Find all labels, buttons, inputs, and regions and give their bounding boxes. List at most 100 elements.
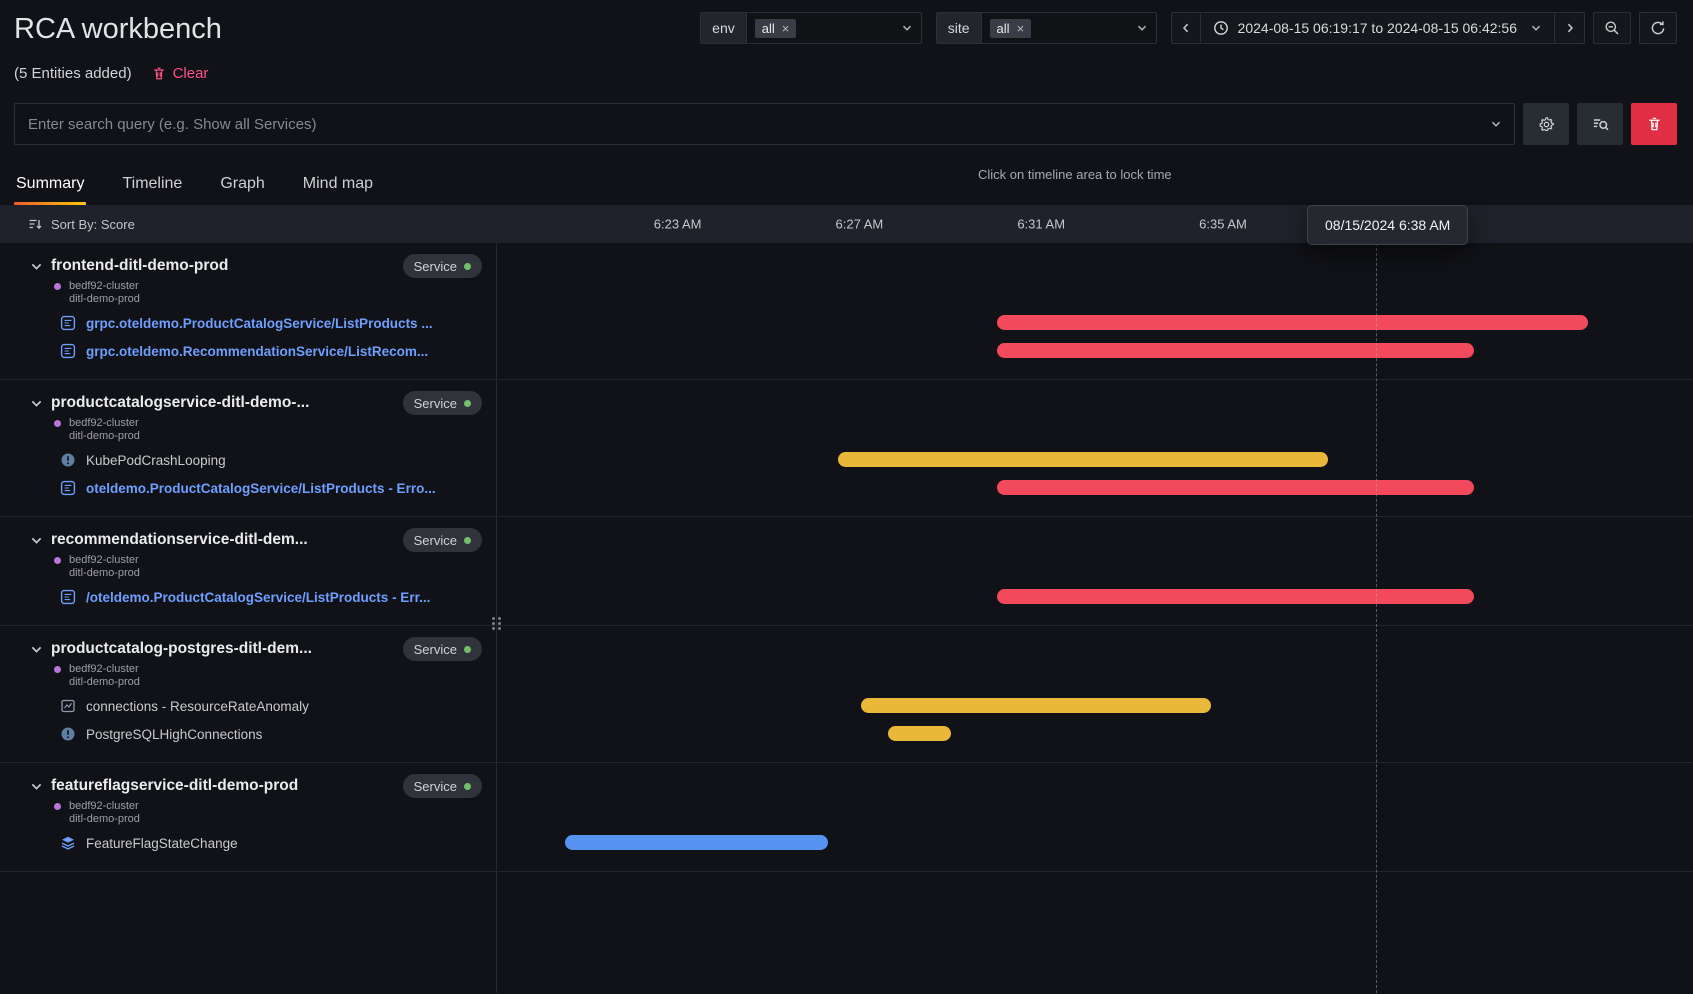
entity-name[interactable]: recommendationservice-ditl-dem...	[51, 531, 308, 549]
entity-meta: recommendationservice-ditl-dem... Servic…	[0, 517, 497, 625]
time-range-forward-button[interactable]	[1555, 12, 1585, 44]
header: RCA workbench env all × site all ×	[0, 0, 1693, 46]
sort-icon	[28, 217, 42, 231]
zoom-out-button[interactable]	[1593, 12, 1631, 44]
tab-summary[interactable]: Summary	[14, 167, 86, 205]
metric-icon	[60, 698, 76, 714]
sort-control[interactable]: Sort By: Score	[0, 205, 497, 243]
entity-item[interactable]: connections - ResourceRateAnomaly	[60, 692, 482, 720]
time-axis-ticks[interactable]: 6:23 AM6:27 AM6:31 AM6:35 AM	[497, 205, 1693, 243]
alert-icon	[60, 726, 76, 742]
settings-button[interactable]	[1523, 103, 1569, 145]
cluster-name: bedf92-cluster	[69, 663, 140, 676]
subhead: (5 Entities added) Clear	[0, 46, 1693, 83]
clear-entities-button[interactable]: Clear	[152, 65, 209, 82]
time-range-back-button[interactable]	[1171, 12, 1201, 44]
axis-tick-label: 6:35 AM	[1199, 217, 1247, 232]
entity-name[interactable]: featureflagservice-ditl-demo-prod	[51, 777, 298, 795]
entity-item[interactable]: grpc.oteldemo.RecommendationService/List…	[60, 337, 482, 365]
entity-item[interactable]: oteldemo.ProductCatalogService/ListProdu…	[60, 474, 482, 502]
collapse-chevron-icon[interactable]	[30, 397, 43, 410]
remove-env-value-icon[interactable]: ×	[782, 22, 790, 35]
cluster-name: bedf92-cluster	[69, 800, 140, 813]
site-filter-value: all	[997, 21, 1010, 36]
entity-name[interactable]: productcatalogservice-ditl-demo-...	[51, 394, 309, 412]
timeline-bar[interactable]	[997, 343, 1474, 358]
tab-mind-map[interactable]: Mind map	[301, 167, 375, 205]
entity-cluster: bedf92-cluster ditl-demo-prod	[54, 663, 482, 689]
badge-label: Service	[414, 259, 457, 274]
delete-query-button[interactable]	[1631, 103, 1677, 145]
sort-by-label: Sort By: Score	[51, 217, 135, 232]
env-filter-select[interactable]: all ×	[746, 12, 922, 44]
axis-tick-label: 6:23 AM	[654, 217, 702, 232]
entity-meta: productcatalog-postgres-ditl-dem... Serv…	[0, 626, 497, 762]
entity-meta: frontend-ditl-demo-prod Service bedf92-c…	[0, 243, 497, 379]
entity-type-badge: Service	[403, 391, 482, 415]
cluster-dot	[54, 557, 61, 564]
entity-cluster: bedf92-cluster ditl-demo-prod	[54, 554, 482, 580]
entity-name[interactable]: productcatalog-postgres-ditl-dem...	[51, 640, 312, 658]
timeline-bar[interactable]	[997, 315, 1588, 330]
site-filter-label: site	[936, 12, 981, 44]
clear-label: Clear	[173, 65, 209, 82]
entity-name[interactable]: frontend-ditl-demo-prod	[51, 257, 228, 275]
entity-item[interactable]: FeatureFlagStateChange	[60, 829, 482, 857]
search-input[interactable]	[14, 103, 1515, 145]
health-dot	[464, 400, 471, 407]
query-preview-button[interactable]	[1577, 103, 1623, 145]
health-dot	[464, 537, 471, 544]
timeline-bar[interactable]	[861, 698, 1211, 713]
timeline-lanes[interactable]	[497, 763, 1693, 871]
entity-item-label: KubePodCrashLooping	[86, 453, 226, 468]
entity-row: featureflagservice-ditl-demo-prod Servic…	[0, 763, 1693, 872]
clock-icon	[1213, 20, 1229, 36]
entity-item[interactable]: PostgreSQLHighConnections	[60, 720, 482, 748]
cluster-dot	[54, 803, 61, 810]
entity-row: frontend-ditl-demo-prod Service bedf92-c…	[0, 243, 1693, 380]
timeline-bar[interactable]	[997, 589, 1474, 604]
entity-item[interactable]: grpc.oteldemo.ProductCatalogService/List…	[60, 309, 482, 337]
time-range-picker[interactable]: 2024-08-15 06:19:17 to 2024-08-15 06:42:…	[1201, 12, 1555, 44]
timeline-lanes[interactable]	[497, 626, 1693, 762]
trace-icon	[60, 589, 76, 605]
remove-site-value-icon[interactable]: ×	[1017, 22, 1025, 35]
entity-meta: featureflagservice-ditl-demo-prod Servic…	[0, 763, 497, 871]
entity-type-badge: Service	[403, 637, 482, 661]
collapse-chevron-icon[interactable]	[30, 780, 43, 793]
timeline-lanes[interactable]	[497, 243, 1693, 379]
timeline-bar[interactable]	[565, 835, 828, 850]
entity-row: recommendationservice-ditl-dem... Servic…	[0, 517, 1693, 626]
panel-resize-handle[interactable]	[492, 617, 502, 630]
entity-item[interactable]: /oteldemo.ProductCatalogService/ListProd…	[60, 583, 482, 611]
health-dot	[464, 263, 471, 270]
timeline-bar[interactable]	[888, 726, 951, 741]
badge-label: Service	[414, 779, 457, 794]
timeline-bar[interactable]	[997, 480, 1474, 495]
timeline-lanes[interactable]	[497, 380, 1693, 516]
env-filter-chip: all ×	[755, 19, 797, 38]
entity-item-label: /oteldemo.ProductCatalogService/ListProd…	[86, 590, 430, 605]
chevron-down-icon[interactable]	[1490, 118, 1502, 130]
time-tooltip: 08/15/2024 6:38 AM	[1307, 205, 1468, 245]
gear-icon	[1538, 116, 1555, 133]
entity-item-label: PostgreSQLHighConnections	[86, 727, 262, 742]
collapse-chevron-icon[interactable]	[30, 643, 43, 656]
timeline-bar[interactable]	[838, 452, 1328, 467]
top-controls: env all × site all ×	[700, 12, 1677, 44]
refresh-button[interactable]	[1639, 12, 1677, 44]
badge-label: Service	[414, 642, 457, 657]
collapse-chevron-icon[interactable]	[30, 260, 43, 273]
entity-item-label: FeatureFlagStateChange	[86, 836, 238, 851]
tab-graph[interactable]: Graph	[218, 167, 266, 205]
namespace-name: ditl-demo-prod	[69, 430, 140, 443]
entity-meta: productcatalogservice-ditl-demo-... Serv…	[0, 380, 497, 516]
entity-item[interactable]: KubePodCrashLooping	[60, 446, 482, 474]
timeline-lanes[interactable]	[497, 517, 1693, 625]
tab-timeline[interactable]: Timeline	[120, 167, 184, 205]
cluster-dot	[54, 666, 61, 673]
collapse-chevron-icon[interactable]	[30, 534, 43, 547]
site-filter-select[interactable]: all ×	[981, 12, 1157, 44]
env-filter-value: all	[762, 21, 775, 36]
timeline-hint: Click on timeline area to lock time	[978, 167, 1172, 182]
